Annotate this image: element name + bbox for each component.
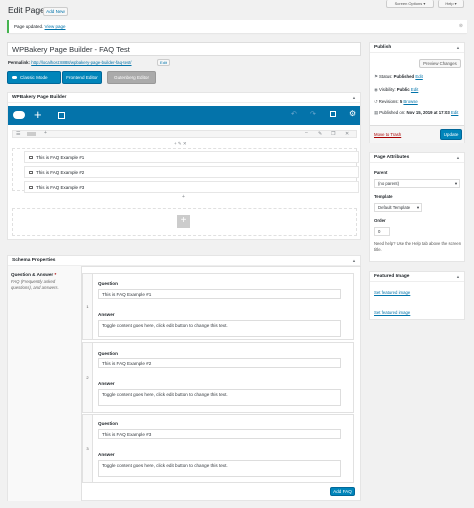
permalink-url[interactable]: http://localhost:8888/wpbakery-page-buil… [31,60,131,65]
frontend-editor-button[interactable]: Frontend Editor [62,71,102,84]
permalink-edit-button[interactable]: Edit [157,59,170,66]
move-to-trash-link[interactable]: Move to Trash [374,132,401,137]
wpbakery-logo-icon[interactable] [13,111,25,119]
template-select[interactable]: Default Template ▾ [374,203,422,212]
screen-options-button[interactable]: Screen Options ▾ [386,0,434,8]
status-edit-link[interactable]: Edit [415,74,422,79]
question-label: Question [98,421,118,426]
set-featured-image-link[interactable]: Set featured image [374,290,410,295]
permalink-row: Permalink: http://localhost:8888/wpbaker… [8,60,132,65]
repeater-top-border [82,266,361,267]
notice-text: Page updated. [14,24,44,29]
panel-toggle-icon[interactable]: ▲ [456,43,460,53]
answer-textarea[interactable]: Toggle content goes here, click edit but… [98,320,341,337]
chevron-down-icon: ▾ [416,205,419,210]
row-clone-icon[interactable]: ❐ [331,131,335,137]
faq-repeater-row: 1 Question This is FAQ Example #1 Answer… [82,273,354,340]
page-title: Edit Page [8,5,45,15]
faq-element[interactable]: This is FAQ Example #3 [24,181,359,193]
gutenberg-editor-button[interactable]: Gutenberg Editor [107,71,156,84]
row-controls: ☰ + – ✎ ❐ ✕ [12,130,357,138]
help-button[interactable]: Help ▾ [438,0,464,8]
order-input[interactable]: 0 [374,227,390,236]
column-controls-icon[interactable]: + ✎ ✕ [174,141,187,147]
page-attributes-title: Page Attributes [370,153,464,163]
qa-field-description: FAQ (Frequently asked questions), and an… [11,279,59,290]
undo-icon[interactable]: ↶ [291,110,297,118]
update-notice: Page updated. View page ⊗ [7,20,467,33]
page-attributes-box: Page Attributes ▲ Parent (no parent) ▾ Te… [369,152,465,262]
template-label: Template [374,194,393,199]
dismiss-icon[interactable]: ⊗ [459,23,463,29]
row-number[interactable]: 3 [83,415,93,482]
row-layout-icon[interactable] [27,132,36,136]
classic-mode-button[interactable]: Classic Mode [7,71,61,84]
faq-repeater-row: 3 Question This is FAQ Example #3 Answer… [82,414,354,483]
templates-icon[interactable] [58,112,65,119]
schema-panel-title: Schema Properties [8,256,360,266]
order-label: Order [374,218,386,223]
panel-toggle-icon[interactable]: ▲ [456,272,460,282]
post-title-input[interactable]: WPBakery Page Builder - FAQ Test [7,42,361,56]
wpbakery-panel: WPBakery Page Builder ▲ + ↶ ↷ ⚙ ☰ + – ✎ … [7,92,361,240]
visibility-edit-link[interactable]: Edit [411,87,418,92]
revisions-browse-link[interactable]: Browse [403,99,417,104]
chevron-down-icon: ▾ [454,181,457,186]
featured-image-title: Featured Image [370,272,464,282]
update-button[interactable]: Update [440,129,462,140]
featured-image-box: Featured Image ▲ Set featured image Set … [369,271,465,320]
set-featured-image-link[interactable]: Set featured image [374,310,410,315]
row-number[interactable]: 2 [83,343,93,412]
add-faq-button[interactable]: Add FAQ [330,487,355,496]
row-number[interactable]: 1 [83,274,93,339]
answer-label: Answer [98,381,115,386]
parent-select[interactable]: (no parent) ▾ [374,179,460,188]
panel-toggle-icon[interactable]: ▲ [352,93,356,103]
fullscreen-icon[interactable] [330,111,336,117]
wpbakery-panel-title: WPBakery Page Builder [8,93,360,103]
panel-toggle-icon[interactable]: ▲ [456,153,460,163]
column-add-icon[interactable]: + [182,194,185,200]
view-page-link[interactable]: View page [45,24,66,29]
row-drag-icon[interactable]: ☰ [16,131,20,137]
faq-element[interactable]: This is FAQ Example #2 [24,166,359,178]
add-element-icon[interactable]: + [34,107,42,123]
answer-textarea[interactable]: Toggle content goes here, click edit but… [98,389,341,406]
add-new-button[interactable]: Add New [43,7,68,16]
date-edit-link[interactable]: Edit [451,110,458,115]
answer-label: Answer [98,452,115,457]
publish-box: Publish ▲ Preview Changes ⚑ Status: Publ… [369,42,465,143]
faq-element[interactable]: This is FAQ Example #1 [24,151,359,163]
question-input[interactable]: This is FAQ Example #2 [98,358,341,368]
wpbakery-logo-icon [12,76,17,80]
wpbakery-toolbar: + ↶ ↷ ⚙ [8,106,360,125]
row-delete-icon[interactable]: ✕ [345,131,349,137]
settings-gear-icon[interactable]: ⚙ [349,109,356,118]
field-label-column: Question & Answer * FAQ (Frequently aske… [8,266,82,501]
panel-toggle-icon[interactable]: ▲ [352,256,356,266]
answer-label: Answer [98,312,115,317]
question-input[interactable]: This is FAQ Example #1 [98,289,341,299]
question-label: Question [98,351,118,356]
attributes-help-text: Need help? Use the Help tab above the sc… [374,241,462,252]
row-toggle-icon[interactable]: – [305,130,308,136]
question-input[interactable]: This is FAQ Example #3 [98,429,341,439]
add-element-button[interactable]: + [177,215,190,228]
answer-textarea[interactable]: Toggle content goes here, click edit but… [98,460,341,477]
permalink-label: Permalink: [8,60,30,65]
publish-title: Publish [370,43,464,53]
qa-field-label: Question & Answer [11,272,54,277]
question-label: Question [98,281,118,286]
row-edit-icon[interactable]: ✎ [318,131,322,137]
required-mark: * [54,272,57,277]
preview-changes-button[interactable]: Preview Changes [419,59,461,68]
parent-label: Parent [374,170,388,175]
faq-repeater-row: 2 Question This is FAQ Example #2 Answer… [82,342,354,413]
row-add-icon[interactable]: + [44,130,47,136]
redo-icon[interactable]: ↷ [310,110,316,118]
